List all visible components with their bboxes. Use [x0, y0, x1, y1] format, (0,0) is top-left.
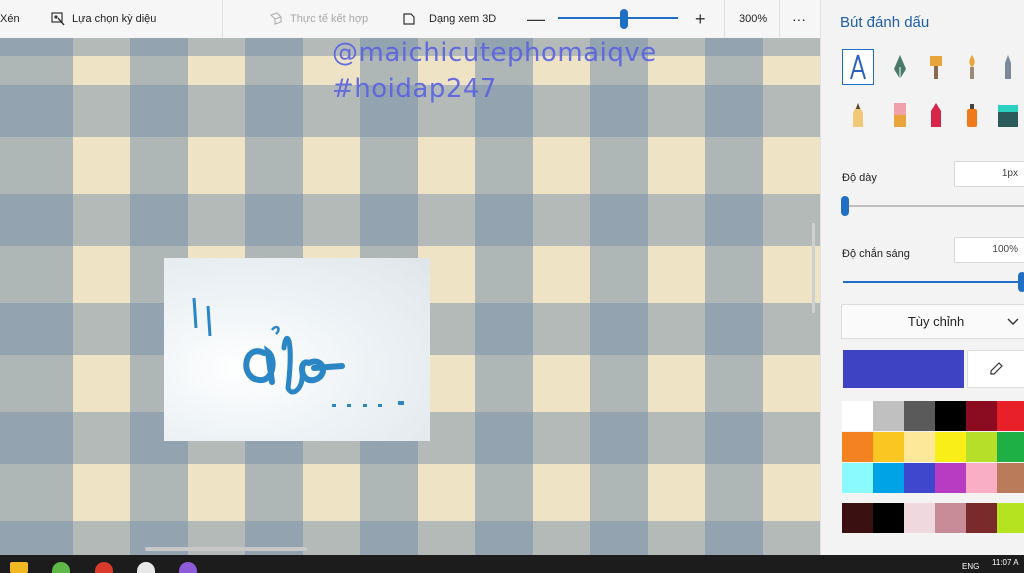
- color-swatch[interactable]: [997, 432, 1024, 462]
- color-swatch[interactable]: [966, 401, 997, 431]
- crayon-icon: [931, 103, 941, 127]
- color-swatch[interactable]: [842, 432, 873, 462]
- color-swatch[interactable]: [873, 401, 904, 431]
- top-toolbar: Xén Lựa chọn kỳ diệu Thực tế kết hợp Dạn…: [0, 0, 820, 38]
- opacity-slider-track[interactable]: [843, 281, 1024, 283]
- view-3d-button[interactable]: Dạng xem 3D: [402, 0, 496, 38]
- custom-color-swatch[interactable]: [935, 503, 966, 533]
- watermark-username: @maichicutephomaiqve: [332, 38, 657, 68]
- calligraphy-pen-icon: [850, 54, 866, 80]
- eyedropper-button[interactable]: [967, 350, 1024, 388]
- custom-color-swatch[interactable]: [966, 503, 997, 533]
- color-swatch[interactable]: [904, 432, 935, 462]
- brush-oil[interactable]: [920, 49, 952, 85]
- custom-color-swatch[interactable]: [904, 503, 935, 533]
- color-swatch[interactable]: [935, 432, 966, 462]
- vertical-scrollbar[interactable]: [812, 223, 815, 313]
- watercolor-brush-icon: [969, 55, 975, 79]
- paint3d-app-icon[interactable]: [137, 562, 155, 573]
- color-swatch[interactable]: [873, 463, 904, 493]
- handwriting-strokes: [192, 297, 404, 407]
- eraser-icon: [894, 103, 906, 127]
- cortana-icon[interactable]: [179, 562, 197, 573]
- brush-fill-bucket[interactable]: [992, 97, 1024, 133]
- brush-spray-can[interactable]: [956, 97, 988, 133]
- custom-color-swatch[interactable]: [873, 503, 904, 533]
- brush-watercolor[interactable]: [956, 49, 988, 85]
- opacity-slider-thumb[interactable]: [1018, 272, 1024, 292]
- mixed-reality-label: Thực tế kết hợp: [290, 13, 369, 25]
- mixed-reality-icon: [269, 12, 283, 26]
- thickness-slider-thumb[interactable]: [841, 196, 849, 216]
- magic-select-label: Lựa chọn kỳ diệu: [72, 13, 157, 25]
- color-swatch[interactable]: [904, 401, 935, 431]
- watermark-hashtag: #hoidap247: [332, 74, 497, 104]
- brush-panel: Bút đánh dấu Độ dày 1px Độ chắn sáng 100…: [820, 0, 1024, 555]
- view-3d-icon: [402, 12, 416, 26]
- magic-select-button[interactable]: Lựa chọn kỳ diệu: [51, 0, 156, 38]
- color-mode-label: Tùy chỉnh: [907, 314, 965, 329]
- zoom-slider-track[interactable]: [558, 17, 678, 19]
- green-app-icon[interactable]: [52, 562, 70, 573]
- custom-color-swatch[interactable]: [842, 503, 873, 533]
- brush-calligraphy-pen[interactable]: [842, 49, 874, 85]
- color-swatch[interactable]: [997, 463, 1024, 493]
- file-explorer-icon[interactable]: [10, 562, 28, 573]
- crop-button[interactable]: Xén: [0, 0, 20, 38]
- chevron-down-icon: [1006, 314, 1020, 331]
- clock[interactable]: 11:07 A: [992, 558, 1019, 567]
- toolbar-divider: [724, 0, 725, 38]
- spray-can-icon: [967, 104, 977, 127]
- zoom-level-label: 300%: [739, 13, 768, 25]
- custom-color-swatch[interactable]: [997, 503, 1024, 533]
- fountain-pen-icon: [894, 55, 906, 79]
- view-3d-label: Dạng xem 3D: [429, 13, 497, 25]
- thickness-input[interactable]: 1px: [954, 161, 1024, 187]
- color-mode-dropdown[interactable]: Tùy chỉnh: [841, 304, 1024, 339]
- color-swatch[interactable]: [935, 401, 966, 431]
- crop-label: Xén: [0, 13, 20, 25]
- more-button[interactable]: ···: [792, 0, 806, 38]
- magic-select-icon: [51, 12, 65, 26]
- opacity-input[interactable]: 100%: [954, 237, 1024, 263]
- current-color-swatch[interactable]: [843, 350, 964, 388]
- panel-title: Bút đánh dấu: [840, 14, 930, 31]
- opacity-label: Độ chắn sáng: [842, 248, 910, 260]
- brush-pencil[interactable]: [842, 97, 874, 133]
- color-swatch[interactable]: [966, 463, 997, 493]
- mixed-reality-button[interactable]: Thực tế kết hợp: [269, 0, 368, 38]
- drawing-canvas[interactable]: @maichicutephomaiqve #hoidap247: [0, 38, 820, 555]
- zoom-out-button[interactable]: —: [527, 0, 545, 38]
- zoom-slider-thumb[interactable]: [620, 9, 628, 29]
- brush-fountain-pen[interactable]: [884, 49, 916, 85]
- zoom-level[interactable]: 300%: [739, 0, 767, 38]
- color-swatch[interactable]: [935, 463, 966, 493]
- zoom-in-button[interactable]: +: [695, 0, 706, 38]
- toolbar-divider: [222, 0, 223, 38]
- language-indicator[interactable]: ENG: [962, 562, 979, 571]
- brush-crayon[interactable]: [920, 97, 952, 133]
- color-swatch[interactable]: [842, 463, 873, 493]
- pixel-pencil-icon: [1005, 55, 1011, 79]
- fill-bucket-icon: [998, 105, 1018, 127]
- thickness-slider-track[interactable]: [843, 205, 1024, 207]
- chrome-icon[interactable]: [95, 562, 113, 573]
- horizontal-scrollbar[interactable]: [145, 547, 307, 551]
- oil-brush-icon: [930, 56, 942, 79]
- color-swatch[interactable]: [904, 463, 935, 493]
- thickness-label: Độ dày: [842, 172, 877, 184]
- toolbar-divider: [779, 0, 780, 38]
- color-swatch[interactable]: [997, 401, 1024, 431]
- brush-eraser[interactable]: [884, 97, 916, 133]
- more-icon: ···: [792, 11, 806, 27]
- pencil-icon: [853, 103, 863, 127]
- color-swatch[interactable]: [873, 432, 904, 462]
- pasted-image[interactable]: [164, 258, 430, 441]
- eyedropper-icon: [990, 362, 1003, 375]
- color-swatch[interactable]: [842, 401, 873, 431]
- windows-taskbar: ENG 11:07 A: [0, 555, 1024, 573]
- color-swatch[interactable]: [966, 432, 997, 462]
- brush-pixel-pencil[interactable]: [992, 49, 1024, 85]
